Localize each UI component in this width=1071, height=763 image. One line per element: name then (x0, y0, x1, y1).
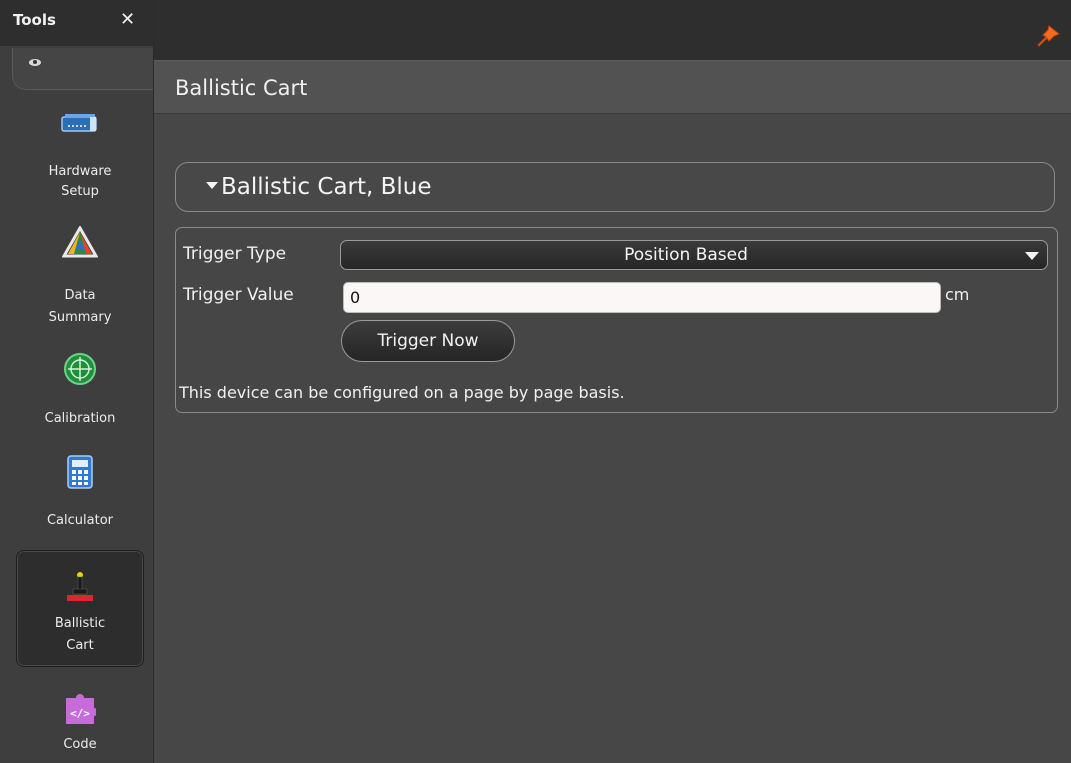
tool-calibration[interactable]: Calibration (16, 352, 144, 432)
code-icon: </> (66, 694, 96, 724)
calculator-icon (67, 455, 93, 489)
tool-label-line1: Ballistic (54, 616, 106, 631)
trigger-type-value: Position Based (624, 245, 748, 265)
svg-text:</>: </> (70, 707, 90, 720)
calibration-icon (64, 353, 96, 385)
trigger-type-label: Trigger Type (183, 244, 287, 264)
tool-label-line1: Code (63, 737, 97, 752)
tool-label-line1: Calibration (44, 411, 116, 426)
top-bar (154, 0, 1071, 60)
eye-icon[interactable] (29, 59, 41, 66)
close-icon[interactable]: ✕ (120, 9, 135, 30)
trigger-type-dropdown[interactable]: Position Based (340, 240, 1048, 270)
page-title: Ballistic Cart (175, 76, 308, 100)
data-summary-icon (62, 226, 98, 258)
configuration-note: This device can be configured on a page … (179, 383, 625, 402)
ballistic-cart-icon (67, 572, 93, 601)
chevron-down-icon (1025, 252, 1039, 260)
device-settings-panel: Trigger Type Position Based Trigger Valu… (175, 227, 1058, 413)
tool-label-line1: Calculator (46, 513, 113, 528)
expand-arrow-icon[interactable] (206, 182, 218, 189)
trigger-value-input[interactable] (343, 282, 941, 313)
tool-data-summary[interactable]: Data Summary (16, 222, 144, 332)
pin-icon[interactable] (1035, 24, 1061, 48)
tool-calculator[interactable]: Calculator (16, 455, 144, 535)
tool-label-line2: Setup (61, 184, 99, 199)
trigger-value-unit: cm (945, 285, 970, 304)
tool-label-line2: Cart (66, 638, 94, 653)
tool-label-line2: Summary (48, 310, 112, 325)
sidebar-header: Tools ✕ (0, 0, 153, 46)
tool-code[interactable]: </> Code (16, 694, 144, 763)
tool-label-line1: Hardware (48, 164, 112, 179)
device-section-title: Ballistic Cart, Blue (221, 174, 432, 200)
page-title-bar: Ballistic Cart (154, 60, 1071, 114)
hardware-setup-icon (61, 114, 97, 132)
tool-ballistic-cart[interactable]: Ballistic Cart (16, 550, 144, 667)
device-section-header[interactable]: Ballistic Cart, Blue (175, 162, 1055, 212)
tool-label-line1: Data (64, 288, 96, 303)
trigger-value-label: Trigger Value (183, 285, 294, 305)
tool-hardware-setup[interactable]: Hardware Setup (16, 106, 144, 216)
tools-sidebar: Tools ✕ Hardware Setup Data Summary Cali… (0, 0, 154, 763)
sidebar-tab[interactable] (12, 48, 153, 90)
sidebar-title: Tools (13, 11, 56, 29)
trigger-now-button[interactable]: Trigger Now (341, 320, 515, 362)
